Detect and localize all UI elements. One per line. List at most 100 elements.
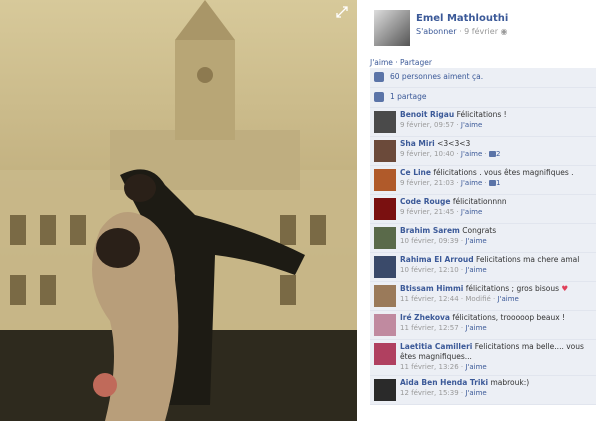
comment-body: Code Rouge félicitationnnn: [400, 197, 592, 207]
commenter-name[interactable]: Brahim Sarem: [400, 226, 460, 235]
commenter-avatar[interactable]: [374, 379, 396, 401]
comment-text: mabrouk:): [490, 378, 530, 387]
comment-meta: 10 février, 12:10 · J'aime: [400, 266, 487, 274]
comment-body: Btissam Himmi félicitations ; gros bisou…: [400, 284, 592, 294]
commenter-avatar[interactable]: [374, 343, 396, 365]
subscribe-link[interactable]: S'abonner: [416, 27, 457, 36]
author-avatar[interactable]: [374, 10, 410, 46]
comment-time[interactable]: 11 février, 12:44: [400, 295, 459, 303]
thumbs-up-icon: [488, 180, 496, 186]
post-photo[interactable]: [0, 0, 357, 421]
comment-item: Benoit Rigau Félicitations ! 9 février, 0…: [370, 108, 596, 137]
commenter-name[interactable]: Benoit Rigau: [400, 110, 454, 119]
likes-text[interactable]: 60 personnes aiment ça.: [390, 72, 483, 81]
comment-like-link[interactable]: J'aime: [461, 179, 482, 187]
comment-item: Laetitia Camilleri Felicitations ma bell…: [370, 340, 596, 376]
globe-icon: ◉: [500, 27, 508, 36]
post-actions: J'aime · Partager: [370, 58, 432, 67]
side-panel: Emel Mathlouthi S'abonner · 9 février ◉ …: [366, 0, 600, 421]
like-link[interactable]: J'aime: [370, 58, 393, 67]
comment-body: Benoit Rigau Félicitations !: [400, 110, 592, 120]
comment-item: Aida Ben Henda Triki mabrouk:) 12 février…: [370, 376, 596, 405]
comment-meta: 9 février, 21:45 · J'aime: [400, 208, 483, 216]
comment-meta: 12 février, 15:39 · J'aime: [400, 389, 487, 397]
commenter-avatar[interactable]: [374, 169, 396, 191]
comment-meta: 11 février, 12:57 · J'aime: [400, 324, 487, 332]
comment-text: Felicitations ma chere amal: [476, 255, 580, 264]
comment-item: Code Rouge félicitationnnn 9 février, 21:…: [370, 195, 596, 224]
comment-meta: 11 février, 13:26 · J'aime: [400, 363, 487, 371]
comment-item: Ce Line félicitations . vous êtes magnif…: [370, 166, 596, 195]
commenter-name[interactable]: Laetitia Camilleri: [400, 342, 472, 351]
actions-sep: ·: [395, 58, 398, 67]
meta-sep: ·: [459, 27, 462, 36]
like-count: 1: [495, 179, 501, 187]
shares-text[interactable]: 1 partage: [390, 92, 427, 101]
comment-like-count[interactable]: 2: [488, 150, 501, 158]
comment-like-link[interactable]: J'aime: [465, 324, 486, 332]
comment-time[interactable]: 9 février, 10:40: [400, 150, 454, 158]
post-date[interactable]: 9 février: [464, 27, 498, 36]
feedback-box: 60 personnes aiment ça. 1 partage Benoit…: [370, 68, 596, 405]
commenter-name[interactable]: Sha Miri: [400, 139, 435, 148]
comment-time[interactable]: 9 février, 21:03: [400, 179, 454, 187]
commenter-avatar[interactable]: [374, 111, 396, 133]
comment-item: Rahima El Arroud Felicitations ma chere …: [370, 253, 596, 282]
comment-time[interactable]: 11 février, 12:57: [400, 324, 459, 332]
comment-like-link[interactable]: J'aime: [461, 121, 482, 129]
comment-like-link[interactable]: J'aime: [465, 237, 486, 245]
commenter-name[interactable]: Iré Zhekova: [400, 313, 450, 322]
commenter-name[interactable]: Ce Line: [400, 168, 431, 177]
comment-meta: 9 février, 21:03 · J'aime · 1: [400, 179, 501, 187]
comment-text: félicitations . vous êtes magnifiques .: [433, 168, 574, 177]
comment-text: Félicitations !: [456, 110, 507, 119]
comment-body: Rahima El Arroud Felicitations ma chere …: [400, 255, 592, 265]
like-count: 2: [495, 150, 501, 158]
comment-like-link[interactable]: J'aime: [465, 363, 486, 371]
shares-summary[interactable]: 1 partage: [370, 88, 596, 108]
comment-time[interactable]: 12 février, 15:39: [400, 389, 459, 397]
comment-time[interactable]: 11 février, 13:26: [400, 363, 459, 371]
commenter-name[interactable]: Aida Ben Henda Triki: [400, 378, 488, 387]
comment-meta: 11 février, 12:44 · Modifié · J'aime: [400, 295, 519, 303]
comment-meta: 9 février, 10:40 · J'aime · 2: [400, 150, 501, 158]
comment-like-link[interactable]: J'aime: [465, 389, 486, 397]
commenter-avatar[interactable]: [374, 285, 396, 307]
commenter-name[interactable]: Btissam Himmi: [400, 284, 463, 293]
comment-item: Iré Zhekova félicitations, trooooop beau…: [370, 311, 596, 340]
modified-label[interactable]: Modifié: [465, 295, 490, 303]
post-meta: S'abonner · 9 février ◉: [416, 27, 508, 36]
expand-arrows-icon[interactable]: [336, 6, 348, 18]
comment-text: Congrats: [462, 226, 497, 235]
commenter-avatar[interactable]: [374, 198, 396, 220]
comment-time[interactable]: 10 février, 09:39: [400, 237, 459, 245]
commenter-name[interactable]: Rahima El Arroud: [400, 255, 474, 264]
commenter-avatar[interactable]: [374, 227, 396, 249]
comment-like-link[interactable]: J'aime: [498, 295, 519, 303]
comment-text: félicitations ; gros bisous: [465, 284, 560, 293]
commenter-avatar[interactable]: [374, 314, 396, 336]
comment-like-count[interactable]: 1: [488, 179, 501, 187]
comment-time[interactable]: 9 février, 21:45: [400, 208, 454, 216]
share-link[interactable]: Partager: [400, 58, 432, 67]
comment-like-link[interactable]: J'aime: [461, 150, 482, 158]
heart-emoticon: ♥: [561, 284, 569, 293]
comment-meta: 9 février, 09:57 · J'aime: [400, 121, 483, 129]
comment-time[interactable]: 10 février, 12:10: [400, 266, 459, 274]
commenter-avatar[interactable]: [374, 256, 396, 278]
comment-text: félicitationnnn: [452, 197, 507, 206]
comment-like-link[interactable]: J'aime: [465, 266, 486, 274]
comment-body: Laetitia Camilleri Felicitations ma bell…: [400, 342, 592, 362]
thumbs-up-icon: [374, 72, 384, 82]
commenter-avatar[interactable]: [374, 140, 396, 162]
author-name[interactable]: Emel Mathlouthi: [416, 13, 508, 24]
comment-time[interactable]: 9 février, 09:57: [400, 121, 454, 129]
commenter-name[interactable]: Code Rouge: [400, 197, 450, 206]
comment-list: Benoit Rigau Félicitations ! 9 février, 0…: [370, 108, 596, 405]
comment-text: <3<3<3: [437, 139, 471, 148]
comment-meta: 10 février, 09:39 · J'aime: [400, 237, 487, 245]
likes-summary[interactable]: 60 personnes aiment ça.: [370, 68, 596, 88]
thumbs-up-icon: [488, 151, 496, 157]
comment-like-link[interactable]: J'aime: [461, 208, 482, 216]
comment-item: Btissam Himmi félicitations ; gros bisou…: [370, 282, 596, 311]
